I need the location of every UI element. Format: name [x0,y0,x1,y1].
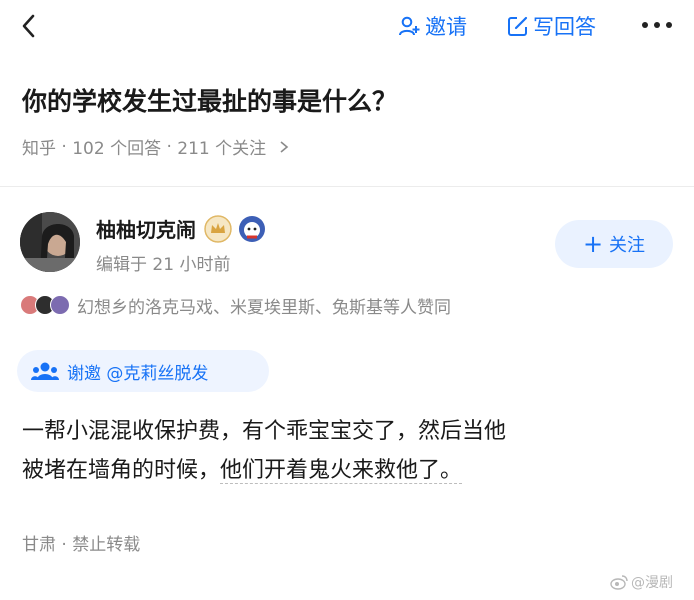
follower-count: 211 个关注 [177,139,267,159]
plus-icon: + [582,230,604,258]
author-row: 柚柚切克闹 [96,214,266,243]
edit-icon [508,16,528,36]
separator-dot: · [161,136,178,157]
avatar-image [20,212,80,272]
watermark-text: @漫剧 [631,575,673,591]
follow-button[interactable]: + 关注 [555,220,673,268]
add-person-icon [399,16,420,36]
liker-avatars [20,295,70,315]
content-line: 被堵在墙角的时候，他们开着鬼火来救他了。 [22,451,672,490]
answer-count: 102 个回答 [72,139,162,159]
question-meta[interactable]: 知乎 · 102 个回答 · 211 个关注 [22,134,292,159]
write-answer-button[interactable]: 写回答 [506,12,596,40]
answer-footer: 甘肃 · 禁止转载 [22,530,140,555]
group-icon [31,362,59,380]
thanks-label: 谢邀 @克莉丝脱发 [67,363,209,384]
chevron-left-icon[interactable] [16,12,44,40]
content-line: 一帮小混混收保护费，有个乖宝宝交了，然后当他 [22,419,507,444]
invite-button[interactable]: 邀请 [398,12,467,40]
follow-label: 关注 [609,235,646,256]
source-label: 知乎 [22,139,56,159]
more-dots-icon[interactable] [640,18,674,32]
weibo-icon [610,575,628,590]
invite-label: 邀请 [425,15,467,39]
crown-badge-icon [204,214,232,243]
avatar[interactable] [20,212,80,272]
author-name[interactable]: 柚柚切克闹 [96,214,196,243]
liker-avatar [50,295,70,315]
likes-row[interactable]: 幻想乡的洛克马戏、米夏埃里斯、兔斯基等人赞同 [20,292,451,318]
separator-dot: · [56,136,73,157]
mascot-badge-icon [239,215,265,242]
divider [0,186,694,187]
question-title[interactable]: 你的学校发生过最扯的事是什么？ [22,84,672,120]
top-bar: 邀请 写回答 [0,0,694,54]
answer-content: 一帮小混混收保护费，有个乖宝宝交了，然后当他 被堵在墙角的时候，他们开着鬼火来救… [22,412,672,490]
edit-time: 编辑于 21 小时前 [96,255,231,275]
separator-dot: · [56,535,73,555]
location-label: 甘肃 [22,535,56,555]
chevron-right-icon [280,140,289,153]
underlined-text: 他们开着鬼火来救他了。 [220,458,463,484]
write-answer-label: 写回答 [533,15,596,39]
copyright-label: 禁止转载 [72,535,141,555]
likes-text: 幻想乡的洛克马戏、米夏埃里斯、兔斯基等人赞同 [77,297,451,318]
watermark: @漫剧 [610,572,673,592]
thanks-invite-tag[interactable]: 谢邀 @克莉丝脱发 [17,350,269,392]
content-text: 被堵在墙角的时候， [22,458,221,483]
